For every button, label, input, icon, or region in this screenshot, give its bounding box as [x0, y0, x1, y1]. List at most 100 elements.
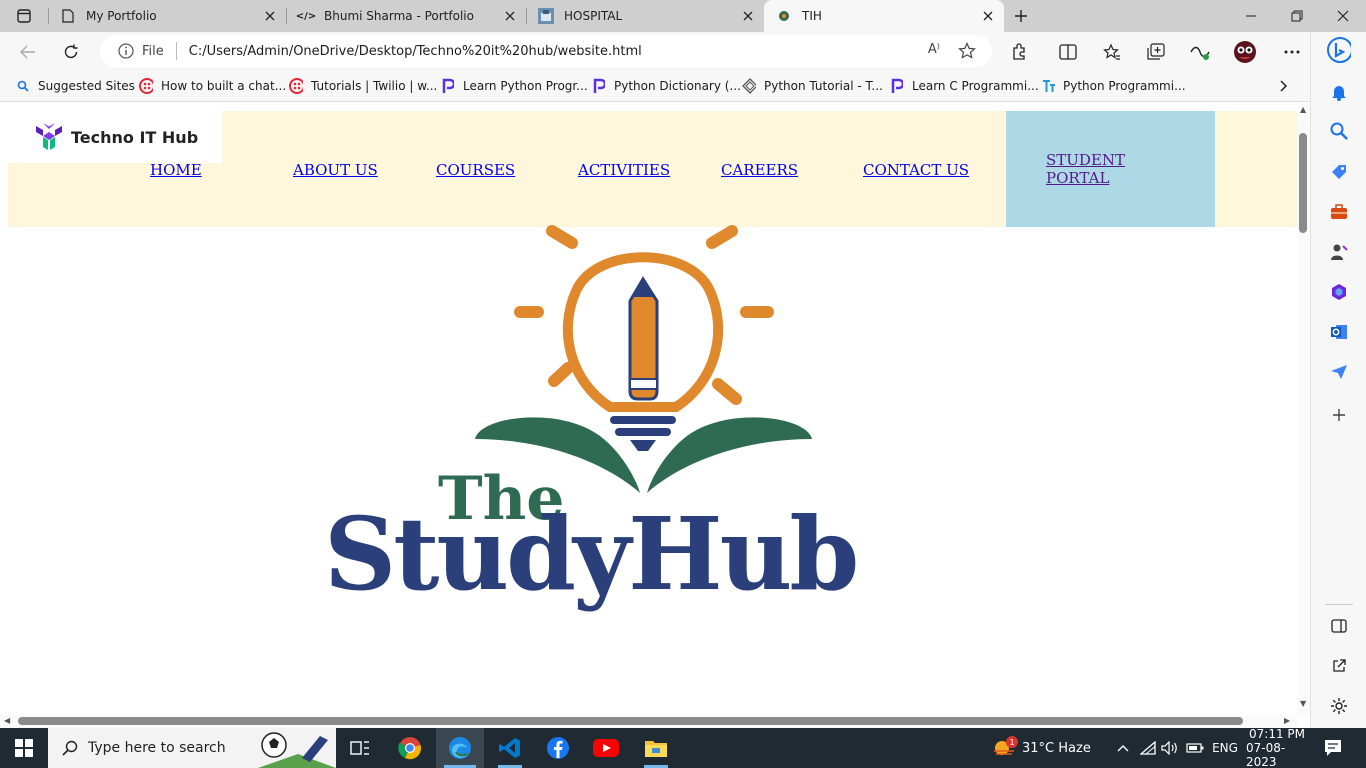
split-screen-icon[interactable]	[1055, 39, 1081, 65]
site-logo-text: Techno IT Hub	[71, 127, 199, 147]
tab-hospital[interactable]: HOSPITAL	[526, 0, 764, 32]
settings-gear-icon[interactable]	[1327, 694, 1351, 718]
bing-copilot-icon[interactable]	[1327, 37, 1351, 63]
tab-my-portfolio[interactable]: My Portfolio	[48, 0, 286, 32]
url-text[interactable]: C:/Users/Admin/OneDrive/Desktop/Techno%2…	[189, 44, 642, 59]
favorites-icon[interactable]	[1099, 39, 1125, 65]
hide-sidebar-icon[interactable]	[1327, 614, 1351, 638]
student-portal-box: STUDENT PORTAL	[1006, 111, 1215, 227]
network-icon[interactable]	[1138, 728, 1158, 768]
info-icon[interactable]	[118, 43, 134, 59]
tab-actions-icon[interactable]	[13, 5, 35, 27]
close-icon[interactable]	[502, 8, 518, 24]
language-indicator[interactable]: ENG	[1210, 728, 1240, 768]
extensions-icon[interactable]	[1006, 39, 1032, 65]
profile-avatar[interactable]	[1232, 39, 1258, 65]
restore-button[interactable]	[1274, 0, 1320, 32]
tab-title: My Portfolio	[86, 9, 157, 23]
nav-home-link[interactable]: HOME	[150, 161, 202, 179]
close-icon[interactable]	[740, 8, 756, 24]
bookmark-tutorials-twilio[interactable]: Tutorials | Twilio | w...	[289, 77, 437, 94]
back-button[interactable]	[15, 39, 41, 65]
scroll-down-arrow-icon[interactable]: ▼	[1300, 699, 1306, 708]
tih-favicon	[776, 8, 792, 24]
collections-icon[interactable]	[1143, 39, 1169, 65]
outlook-icon[interactable]	[1327, 320, 1351, 344]
nav-contact-link[interactable]: CONTACT US	[863, 161, 969, 179]
programiz-icon	[592, 78, 606, 93]
close-window-button[interactable]	[1320, 0, 1366, 32]
scroll-right-arrow-icon[interactable]: ▶	[1284, 716, 1290, 725]
scroll-up-arrow-icon[interactable]: ▲	[1300, 105, 1306, 114]
battery-icon[interactable]	[1184, 728, 1206, 768]
taskbar-search-box[interactable]: Type here to search	[48, 728, 336, 768]
nav-activities-link[interactable]: ACTIVITIES	[578, 161, 670, 179]
bookmark-suggested-sites[interactable]: Suggested Sites	[16, 79, 135, 93]
weather-icon[interactable]: 1	[990, 728, 1018, 768]
edge-icon[interactable]	[436, 728, 484, 768]
file-explorer-icon[interactable]	[632, 728, 680, 768]
tab-strip: My Portfolio </> Bhumi Sharma - Portfoli…	[0, 0, 1366, 32]
edge-sidebar	[1310, 32, 1366, 728]
nav-about-link[interactable]: ABOUT US	[293, 161, 378, 179]
bookmark-python-tutorial[interactable]: Python Tutorial - T...	[742, 77, 883, 94]
scroll-left-arrow-icon[interactable]: ◀	[4, 716, 10, 725]
bookmark-python-programming[interactable]: Python Programmi...	[1041, 79, 1186, 93]
open-external-icon[interactable]	[1327, 654, 1351, 678]
volume-icon[interactable]	[1160, 728, 1180, 768]
nav-careers-link[interactable]: CAREERS	[721, 161, 798, 179]
address-bar[interactable]: File C:/Users/Admin/OneDrive/Desktop/Tec…	[100, 35, 992, 67]
tab-tih[interactable]: TIH	[764, 0, 1004, 32]
horizontal-scrollbar[interactable]: ◀ ▶	[0, 715, 1297, 728]
games-icon[interactable]	[1327, 240, 1351, 264]
microsoft-365-icon[interactable]	[1327, 280, 1351, 304]
address-divider	[175, 42, 177, 60]
tab-bhumi-portfolio[interactable]: </> Bhumi Sharma - Portfolio	[286, 0, 526, 32]
weather-text[interactable]: 31°C Haze	[1022, 728, 1096, 768]
site-logo[interactable]: Techno IT Hub	[8, 111, 222, 163]
drop-send-icon[interactable]	[1327, 360, 1351, 384]
bookmark-how-to-build-chat[interactable]: How to built a chat...	[139, 77, 286, 94]
nav-courses-link[interactable]: COURSES	[436, 161, 515, 179]
weather-badge: 1	[1006, 736, 1018, 748]
bookmark-label: Learn C Programmi...	[912, 78, 1039, 93]
search-icon[interactable]	[1327, 119, 1351, 143]
bookmarks-overflow-chevron-icon[interactable]	[1280, 79, 1288, 92]
notifications-bell-icon[interactable]	[1327, 80, 1351, 104]
close-icon[interactable]	[262, 8, 278, 24]
youtube-icon[interactable]	[582, 728, 630, 768]
windows-taskbar: Type here to search 1 31°C Haze ENG 07:1…	[0, 727, 1366, 768]
tab-title: TIH	[802, 9, 822, 23]
refresh-button[interactable]	[58, 39, 84, 65]
tray-overflow-chevron-icon[interactable]	[1112, 728, 1134, 768]
new-tab-button[interactable]	[1010, 5, 1032, 27]
bookmark-label: Learn Python Progr...	[463, 78, 588, 93]
tools-briefcase-icon[interactable]	[1327, 200, 1351, 224]
facebook-icon[interactable]	[534, 728, 582, 768]
more-menu-icon[interactable]	[1279, 39, 1305, 65]
techno-it-hub-logo-icon	[36, 123, 62, 150]
favorite-star-icon[interactable]	[958, 42, 976, 63]
vscode-icon[interactable]	[486, 728, 534, 768]
task-view-icon[interactable]	[336, 728, 384, 768]
search-icon	[62, 740, 78, 756]
bookmark-learn-python[interactable]: Learn Python Progr...	[441, 78, 588, 93]
chrome-icon[interactable]	[386, 728, 434, 768]
twilio-icon	[139, 77, 153, 94]
shopping-tag-icon[interactable]	[1327, 160, 1351, 184]
add-sidebar-app-icon[interactable]	[1327, 403, 1351, 427]
start-button[interactable]	[0, 728, 48, 768]
horizontal-scroll-thumb[interactable]	[18, 717, 1243, 725]
notification-center-icon[interactable]	[1316, 728, 1350, 768]
clock[interactable]: 07:11 PM 07-08-2023	[1246, 727, 1308, 768]
bookmark-learn-c[interactable]: Learn C Programmi...	[890, 78, 1039, 93]
vertical-scrollbar[interactable]: ▲ ▼	[1297, 103, 1310, 715]
performance-icon[interactable]	[1187, 39, 1213, 65]
search-placeholder: Type here to search	[88, 740, 226, 756]
minimize-button[interactable]	[1228, 0, 1274, 32]
bookmark-python-dictionary[interactable]: Python Dictionary (...	[592, 78, 741, 93]
read-aloud-icon[interactable]: A⁾	[928, 42, 940, 57]
close-icon[interactable]	[980, 8, 996, 24]
vertical-scroll-thumb[interactable]	[1299, 133, 1307, 233]
nav-student-portal-link[interactable]: STUDENT PORTAL	[1046, 151, 1146, 187]
